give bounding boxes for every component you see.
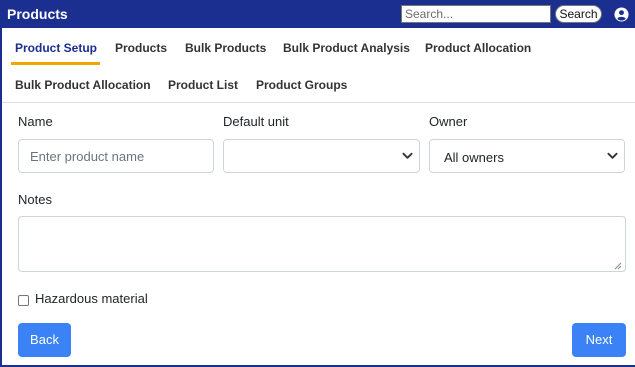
owner-select[interactable]: All owners (429, 139, 625, 173)
chevron-down-icon (402, 152, 413, 159)
default-unit-select[interactable] (223, 139, 420, 173)
owner-value: All owners (444, 150, 504, 165)
tab-bulk-product-analysis[interactable]: Bulk Product Analysis (283, 41, 410, 55)
top-bar: Products Search (2, 0, 635, 28)
notes-textarea[interactable] (18, 216, 626, 272)
app-window: Products Search Product Setup Products B… (0, 0, 635, 367)
chevron-down-icon (607, 152, 618, 159)
hazardous-checkbox[interactable] (18, 295, 29, 306)
app-title: Products (7, 6, 68, 22)
tab-product-allocation[interactable]: Product Allocation (425, 41, 531, 55)
active-tab-indicator (11, 62, 100, 65)
tab-bar: Product Setup Products Bulk Products Bul… (2, 28, 635, 103)
resize-grip-icon[interactable] (614, 262, 622, 270)
tab-bulk-product-allocation[interactable]: Bulk Product Allocation (15, 78, 151, 92)
next-button[interactable]: Next (572, 323, 626, 357)
name-label: Name (18, 114, 53, 129)
tab-products[interactable]: Products (115, 41, 167, 55)
search-input[interactable] (401, 5, 551, 23)
default-unit-label: Default unit (223, 114, 289, 129)
tab-bulk-products[interactable]: Bulk Products (185, 41, 266, 55)
product-name-input[interactable] (18, 139, 214, 173)
owner-label: Owner (429, 114, 468, 129)
tab-product-setup[interactable]: Product Setup (15, 41, 97, 55)
tab-product-list[interactable]: Product List (168, 78, 238, 92)
tab-product-groups[interactable]: Product Groups (256, 78, 347, 92)
search-button[interactable]: Search (555, 5, 602, 23)
notes-label: Notes (18, 192, 52, 207)
hazardous-label[interactable]: Hazardous material (35, 291, 148, 306)
user-icon[interactable] (614, 7, 629, 22)
back-button[interactable]: Back (18, 323, 71, 357)
